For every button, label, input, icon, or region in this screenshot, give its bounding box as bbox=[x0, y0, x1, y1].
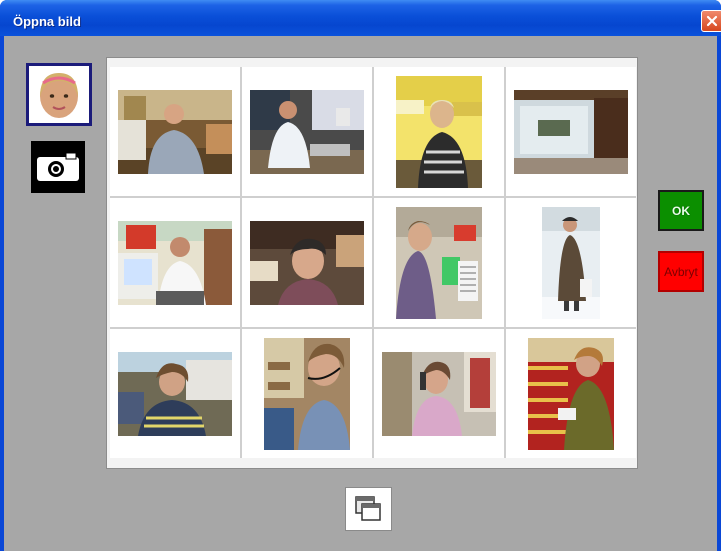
photo-woman-shop-red bbox=[528, 337, 614, 450]
photo-grid-panel bbox=[106, 57, 638, 469]
close-icon bbox=[706, 15, 718, 27]
photo-person-snow bbox=[542, 206, 600, 319]
photo-person-keyboard bbox=[396, 206, 482, 319]
dialog-client-area: OK Avbryt bbox=[4, 36, 717, 551]
photo-cell[interactable] bbox=[242, 329, 372, 458]
avatar-button[interactable] bbox=[26, 63, 92, 126]
photo-woman-phone bbox=[382, 351, 496, 436]
ok-button[interactable]: OK bbox=[658, 190, 704, 231]
photo-cell[interactable] bbox=[374, 198, 504, 327]
photo-cell[interactable] bbox=[242, 198, 372, 327]
photo-cell[interactable] bbox=[110, 67, 240, 196]
photo-grid bbox=[110, 67, 636, 458]
photo-cell[interactable] bbox=[110, 198, 240, 327]
photo-man-glasses-desk bbox=[250, 89, 364, 174]
photo-shop-window bbox=[514, 89, 628, 174]
photo-man-computer bbox=[118, 220, 232, 305]
avatar bbox=[32, 68, 86, 121]
windows-button[interactable] bbox=[345, 487, 392, 531]
windows-icon bbox=[354, 496, 381, 521]
photo-cell[interactable] bbox=[374, 67, 504, 196]
photo-cell[interactable] bbox=[506, 329, 636, 458]
photo-cell[interactable] bbox=[506, 67, 636, 196]
photo-cell[interactable] bbox=[374, 329, 504, 458]
photo-woman-computer bbox=[118, 351, 232, 436]
cancel-button-label: Avbryt bbox=[664, 264, 698, 279]
camera-icon bbox=[37, 152, 79, 181]
dialog-window: Öppna bild OK Avbryt bbox=[0, 0, 721, 551]
photo-woman-headset bbox=[264, 337, 350, 450]
cancel-button[interactable]: Avbryt bbox=[658, 251, 704, 292]
ok-button-label: OK bbox=[672, 203, 690, 218]
photo-young-person-kitchen bbox=[250, 220, 364, 305]
titlebar[interactable]: Öppna bild bbox=[0, 0, 721, 36]
photo-cell[interactable] bbox=[110, 329, 240, 458]
close-button[interactable] bbox=[701, 10, 721, 32]
photo-woman-blonde-office bbox=[396, 75, 482, 188]
photo-cell[interactable] bbox=[506, 198, 636, 327]
window-title: Öppna bild bbox=[13, 14, 81, 29]
photo-man-sweater-desk bbox=[118, 89, 232, 174]
camera-button[interactable] bbox=[31, 141, 85, 193]
photo-cell[interactable] bbox=[242, 67, 372, 196]
